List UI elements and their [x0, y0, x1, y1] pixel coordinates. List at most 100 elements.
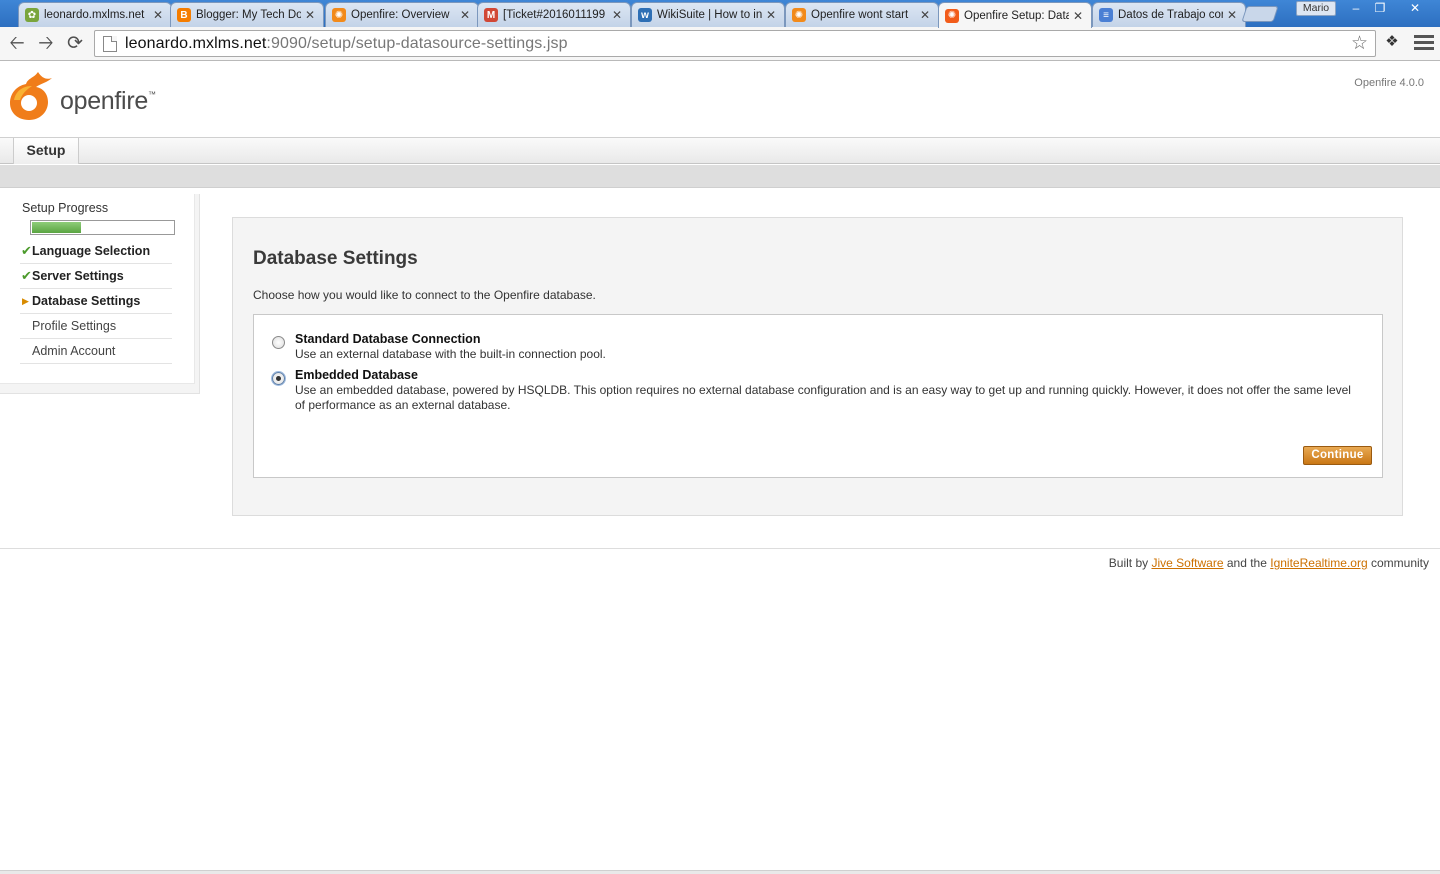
tab-close-icon[interactable]: ✕ [1227, 8, 1239, 22]
browser-tab[interactable]: ✿ leonardo.mxlms.net ✕ [18, 2, 172, 27]
page-description: Choose how you would like to connect to … [253, 288, 596, 302]
bookmark-star-icon[interactable]: ☆ [1351, 32, 1368, 55]
sidebar-panel: Setup Progress ✔ Language Selection ✔ Serve… [0, 194, 195, 384]
browser-tab[interactable]: ✺ Openfire: Overview ✕ [325, 2, 479, 27]
tab-close-icon[interactable]: ✕ [305, 8, 317, 22]
jive-software-link[interactable]: Jive Software [1151, 556, 1223, 570]
version-label: Openfire 4.0.0 [1354, 77, 1424, 89]
setup-step-item[interactable]: ▶ Database Settings [20, 289, 172, 314]
page-bottom-edge [0, 870, 1440, 874]
footer-credits: Built by Jive Software and the IgniteRea… [1109, 556, 1429, 570]
address-bar[interactable]: leonardo.mxlms.net:9090/setup/setup-data… [94, 30, 1376, 57]
setup-progress-bar [30, 220, 175, 235]
setup-step-label: Database Settings [32, 294, 141, 308]
setup-step-item[interactable]: ✔ Server Settings [20, 264, 172, 289]
logo-wordmark: openfire™ [60, 87, 156, 116]
url-host: leonardo.mxlms.net [125, 34, 267, 52]
openfire-logo: openfire™ [8, 70, 168, 122]
profile-button[interactable]: Mario [1296, 1, 1336, 16]
browser-tab-label: Blogger: My Tech Doi [196, 9, 301, 21]
new-tab-button[interactable] [1241, 6, 1279, 22]
gmail-icon: M [484, 8, 498, 22]
reload-icon[interactable]: ⟳ [62, 31, 88, 57]
tab-close-icon[interactable]: ✕ [153, 8, 165, 22]
window-controls: – ❐ ✕ [1344, 0, 1438, 18]
tab-close-icon[interactable]: ✕ [460, 8, 472, 22]
back-arrow-icon[interactable]: 🡠 [4, 31, 30, 57]
browser-tab[interactable]: M [Ticket#2016011199 ✕ [477, 2, 631, 27]
tab-close-icon[interactable]: ✕ [766, 8, 778, 22]
browser-tab[interactable]: w WikiSuite | How to ins ✕ [631, 2, 785, 27]
continue-button[interactable]: Continue [1303, 446, 1372, 465]
restore-icon[interactable]: ❐ [1368, 0, 1392, 18]
browser-tab-label: leonardo.mxlms.net [44, 9, 145, 21]
logo-tm: ™ [147, 89, 156, 99]
browser-menu-icon[interactable] [1414, 33, 1434, 53]
footer-text-built-by: Built by [1108, 556, 1149, 570]
browser-tab[interactable]: ✺ Openfire Setup: Data ✕ [938, 2, 1092, 28]
sub-navbar [0, 165, 1440, 188]
option-title: Standard Database Connection [295, 332, 481, 346]
url-text[interactable]: leonardo.mxlms.net:9090/setup/setup-data… [125, 35, 568, 53]
setup-step-item: Profile Settings [20, 314, 172, 339]
igniterealtime-link[interactable]: IgniteRealtime.org [1270, 556, 1367, 570]
footer-text-and-the: and the [1226, 556, 1267, 570]
standard-database-radio[interactable] [272, 336, 285, 349]
minimize-icon[interactable]: – [1344, 0, 1368, 18]
setup-step-label: Profile Settings [32, 319, 117, 333]
browser-tab[interactable]: B Blogger: My Tech Doi ✕ [170, 2, 324, 27]
tab-close-icon[interactable]: ✕ [612, 8, 624, 22]
browser-tab-label: [Ticket#2016011199 [503, 9, 606, 21]
setup-progress-title: Setup Progress [22, 201, 109, 215]
browser-tab-label: Openfire wont start [811, 9, 909, 21]
checkmark-icon: ✔ [21, 243, 32, 258]
checkmark-icon: ✔ [21, 268, 32, 283]
footer-text-community: community [1370, 556, 1429, 570]
openfire-icon: ✺ [945, 8, 959, 23]
browser-toolbar: 🡠 🡢 ⟳ leonardo.mxlms.net:9090/setup/setu… [0, 27, 1440, 61]
openfire-flame-icon [10, 72, 52, 120]
window-close-icon[interactable]: ✕ [1392, 0, 1438, 18]
blogger-icon: B [177, 8, 191, 22]
setup-steps-list: ✔ Language Selection ✔ Server Settings ▶ Data… [20, 239, 172, 364]
openfire-icon: ✺ [332, 8, 346, 22]
openfire-page: openfire™ Openfire 4.0.0 Setup Setup Pro… [0, 62, 1440, 874]
evernote-extension-icon[interactable]: ❖ [1382, 32, 1402, 54]
openfire-icon: ✺ [792, 8, 806, 22]
browser-tab[interactable]: ✺ Openfire wont start ✕ [785, 2, 939, 27]
url-path: :9090/setup/setup-datasource-settings.js… [266, 34, 568, 52]
browser-tabstrip: ✿ leonardo.mxlms.net ✕ B Blogger: My Tech Do… [0, 0, 1440, 28]
current-step-arrow-icon: ▶ [22, 296, 29, 306]
page-title: Database Settings [253, 248, 418, 269]
setup-progress-fill [32, 222, 82, 233]
setup-step-label: Admin Account [32, 344, 116, 358]
setup-step-item: Admin Account [20, 339, 172, 364]
logo-text: openfire [60, 86, 148, 115]
footer: Built by Jive Software and the IgniteRea… [0, 548, 1440, 578]
browser-tab-label: Openfire: Overview [351, 9, 450, 21]
page-icon [103, 35, 117, 52]
database-options-box: Standard Database Connection Use an exte… [253, 314, 1383, 478]
tab-setup[interactable]: Setup [13, 138, 79, 164]
option-standard-database[interactable]: Standard Database Connection Use an exte… [272, 332, 1352, 362]
browser-tab-label: Openfire Setup: Data [964, 9, 1069, 22]
leaf-icon: ✿ [25, 8, 39, 22]
forward-arrow-icon[interactable]: 🡢 [33, 31, 59, 57]
sidebar: Setup Progress ✔ Language Selection ✔ Serve… [0, 194, 200, 394]
setup-step-label: Language Selection [32, 244, 151, 258]
setup-step-item[interactable]: ✔ Language Selection [20, 239, 172, 264]
option-title: Embedded Database [295, 368, 418, 382]
tab-close-icon[interactable]: ✕ [920, 8, 932, 22]
main-tabbar: Setup [0, 137, 1440, 164]
option-description: Use an embedded database, powered by HSQ… [295, 383, 1351, 412]
option-embedded-database[interactable]: Embedded Database Use an embedded databa… [272, 368, 1352, 413]
browser-tab[interactable]: ≡ Datos de Trabajo cor ✕ [1092, 2, 1246, 27]
setup-step-label: Server Settings [32, 269, 124, 283]
wikisuite-icon: w [638, 8, 652, 22]
database-settings-panel: Database Settings Choose how you would l… [232, 217, 1403, 516]
embedded-database-radio[interactable] [272, 372, 285, 385]
tab-close-icon[interactable]: ✕ [1073, 9, 1085, 23]
browser-tab-label: Datos de Trabajo cor [1118, 9, 1223, 21]
docs-icon: ≡ [1099, 8, 1113, 22]
browser-tab-label: WikiSuite | How to ins [657, 9, 762, 21]
